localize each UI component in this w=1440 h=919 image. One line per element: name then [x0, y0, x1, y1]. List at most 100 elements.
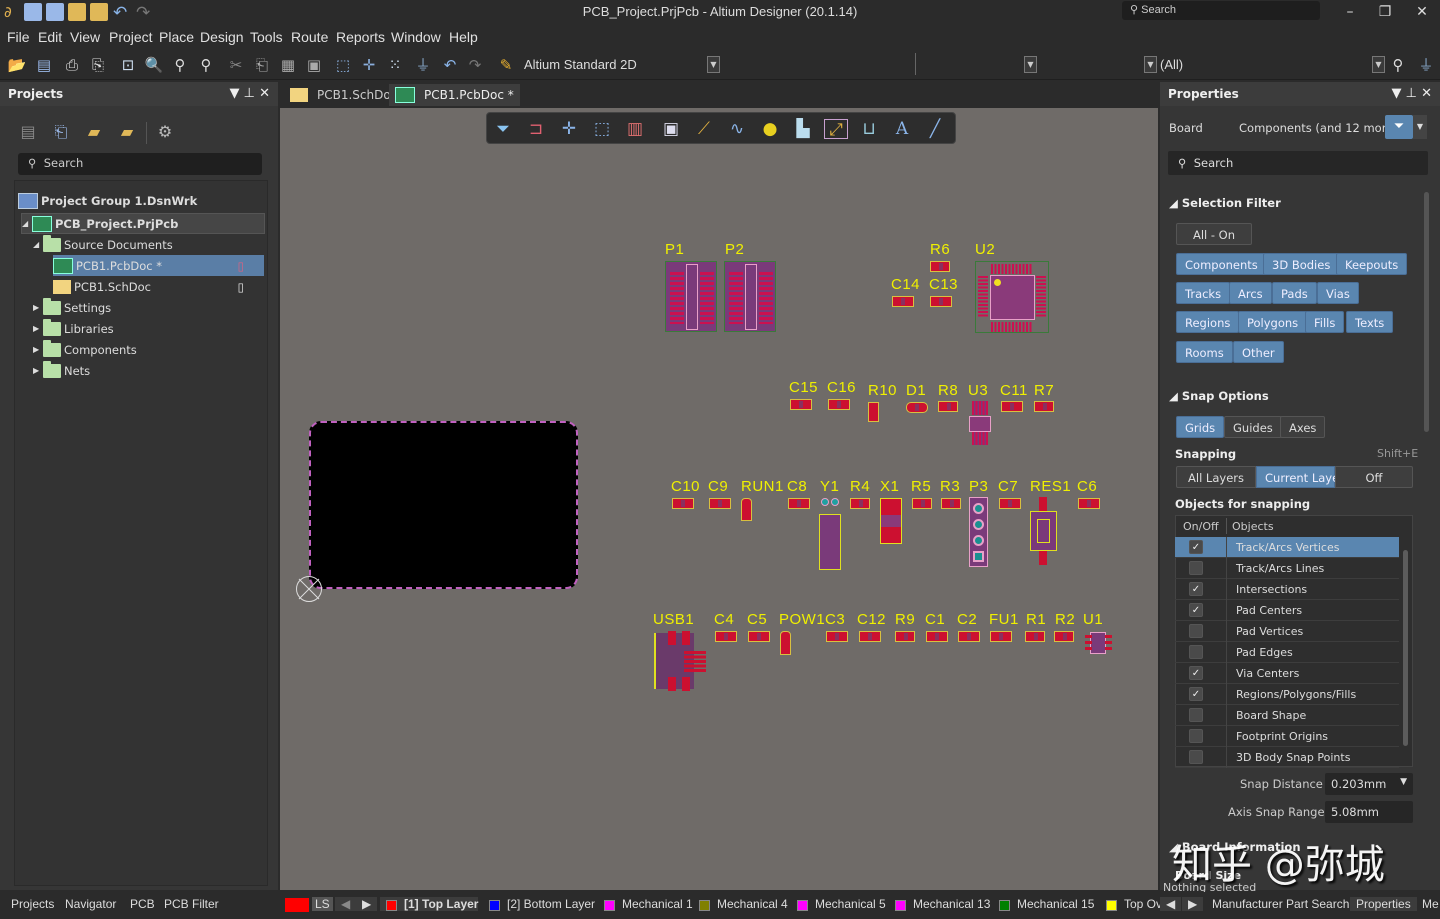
tab-pcbdoc[interactable]: PCB1.PcbDoc *	[389, 84, 520, 106]
component-c14[interactable]	[892, 296, 914, 307]
component-u3[interactable]	[969, 401, 991, 445]
menu-help[interactable]: Help	[449, 29, 478, 45]
bottom-tab-more[interactable]: Me	[1422, 897, 1439, 911]
filter-rooms[interactable]: Rooms	[1176, 341, 1233, 363]
component-c5[interactable]	[748, 631, 770, 642]
component-c7[interactable]	[999, 498, 1021, 509]
properties-search-input[interactable]: ⚲ Search	[1168, 151, 1428, 175]
filter-button[interactable]: ⏷	[1385, 115, 1413, 139]
snap-object-row[interactable]: Board Shape	[1175, 705, 1399, 726]
snap-object-row[interactable]: ✓ Via Centers	[1175, 663, 1399, 684]
component-r6[interactable]	[930, 261, 950, 272]
tree-item-schdoc[interactable]: PCB1.SchDoc ▯	[53, 276, 264, 297]
print-icon[interactable]: ⎙	[62, 55, 82, 75]
keepout-icon[interactable]: ⤢	[824, 119, 848, 140]
component-c2[interactable]	[958, 631, 980, 642]
filter-keepouts[interactable]: Keepouts	[1336, 253, 1408, 275]
component-pow1[interactable]	[780, 631, 791, 655]
projects-search-input[interactable]: ⚲ Search	[18, 153, 262, 175]
select-rect-icon[interactable]: ⬚	[590, 119, 614, 139]
tab-schdoc[interactable]: PCB1.SchDoc	[284, 84, 403, 106]
dropdown-1[interactable]: ▼	[1024, 56, 1037, 73]
component-c10[interactable]	[672, 498, 694, 509]
via-icon[interactable]: ●	[758, 119, 782, 139]
interactive-routing-magnet-icon[interactable]: ⊐	[524, 119, 548, 139]
component-r7[interactable]	[1034, 401, 1054, 412]
snap-object-row[interactable]: ✓ Regions/Polygons/Fills	[1175, 684, 1399, 705]
menu-edit[interactable]: Edit	[38, 29, 62, 45]
clear-filter-icon[interactable]: ⏚	[1416, 55, 1436, 75]
rubber-stamp-icon[interactable]: ▣	[304, 55, 324, 75]
layer-tab[interactable]: Mechanical 5	[791, 897, 886, 911]
collapse-icon[interactable]: ◢	[33, 240, 43, 249]
view-config-icon[interactable]: ✎	[496, 55, 516, 75]
component-r1[interactable]	[1025, 631, 1045, 642]
bottom-tab-navigator[interactable]: Navigator	[65, 897, 116, 911]
expand-icon[interactable]: ▶	[33, 324, 43, 333]
save-icon[interactable]: ▤	[34, 55, 54, 75]
checkbox-checked[interactable]: ✓	[1189, 666, 1203, 680]
bottom-tab-properties[interactable]: Properties	[1350, 897, 1417, 911]
checkbox-unchecked[interactable]	[1189, 624, 1203, 638]
component-c15[interactable]	[790, 399, 812, 410]
selection-filter-title[interactable]: ◢ Selection Filter	[1169, 196, 1281, 210]
explore-folder-icon[interactable]: ▰	[84, 122, 104, 142]
filter-other[interactable]: Other	[1233, 341, 1284, 363]
panel-menu-icon[interactable]: ▼	[229, 86, 239, 101]
zoom-fit-icon[interactable]: ⊡	[118, 55, 138, 75]
undo-icon[interactable]: ↶	[113, 3, 131, 23]
filter-dropdown[interactable]: ▼	[1144, 56, 1157, 73]
axis-snap-input[interactable]: 5.08mm	[1325, 801, 1413, 823]
checkbox-unchecked[interactable]	[1189, 729, 1203, 743]
tree-item-project[interactable]: ◢ PCB_Project.PrjPcb	[21, 213, 265, 234]
filter-tracks[interactable]: Tracks	[1176, 282, 1231, 304]
polygon-icon[interactable]: ▙	[791, 119, 815, 139]
clear-filter-icon[interactable]: ⏚	[413, 55, 433, 75]
menu-design[interactable]: Design	[200, 29, 244, 45]
snap-object-row[interactable]: Footprint Origins	[1175, 726, 1399, 747]
bottom-tab-manufacturer-search[interactable]: Manufacturer Part Search	[1212, 897, 1349, 911]
diff-pair-icon[interactable]: ∿	[725, 119, 749, 139]
print-preview-icon[interactable]: ⎘	[88, 55, 108, 75]
component-p1[interactable]	[665, 261, 717, 332]
snap-object-row[interactable]: ✓ Pad Centers	[1175, 600, 1399, 621]
filter-3d-bodies[interactable]: 3D Bodies	[1263, 253, 1340, 275]
checkbox-checked[interactable]: ✓	[1189, 687, 1203, 701]
component-p3[interactable]	[969, 497, 988, 567]
component-r3[interactable]	[941, 498, 961, 509]
snap-object-row[interactable]: 3D Body Snap Points	[1175, 747, 1399, 768]
line-icon[interactable]: ╱	[923, 119, 947, 139]
layer-tab[interactable]: Mechanical 13	[889, 897, 990, 911]
snap-axes-button[interactable]: Axes	[1280, 416, 1326, 438]
filter-texts[interactable]: Texts	[1346, 311, 1394, 333]
redo-icon[interactable]: ↷	[136, 3, 154, 23]
text-icon[interactable]: A	[890, 119, 914, 139]
filter-vias[interactable]: Vias	[1317, 282, 1359, 304]
tree-item-settings[interactable]: ▶ Settings	[33, 297, 111, 318]
snap-distance-select[interactable]: 0.203mm ▼	[1325, 773, 1413, 795]
snap-current-layer[interactable]: Current Layer	[1256, 466, 1344, 488]
move-icon[interactable]: ✛	[359, 55, 379, 75]
tree-item-components[interactable]: ▶ Components	[33, 339, 137, 360]
close-icon[interactable]: ✕	[1421, 86, 1432, 101]
component-u2[interactable]	[975, 261, 1049, 333]
snap-guides-button[interactable]: Guides	[1224, 416, 1282, 438]
tree-item-source-documents[interactable]: ◢ Source Documents	[33, 234, 173, 255]
component-u1[interactable]	[1085, 632, 1112, 654]
zoom-selected-icon[interactable]: ⚲	[170, 55, 190, 75]
zoom-filtered-icon[interactable]: ⚲	[196, 55, 216, 75]
panel-scroll-right[interactable]: ▶	[1182, 897, 1204, 911]
menu-file[interactable]: File	[7, 29, 30, 45]
component-fu1[interactable]	[990, 631, 1012, 642]
tree-item-pcbdoc[interactable]: PCB1.PcbDoc * ▯	[53, 255, 264, 276]
component-x1[interactable]	[880, 498, 902, 544]
project-docs-icon[interactable]: ⎗	[51, 122, 71, 142]
layer-tab[interactable]: Mechanical 4	[693, 897, 788, 911]
component-r9[interactable]	[895, 631, 915, 642]
component-r5[interactable]	[912, 498, 932, 509]
checkbox-unchecked[interactable]	[1189, 645, 1203, 659]
tree-item-libraries[interactable]: ▶ Libraries	[33, 318, 114, 339]
checkbox-unchecked[interactable]	[1189, 750, 1203, 764]
checkbox-unchecked[interactable]	[1189, 708, 1203, 722]
component-c4[interactable]	[715, 631, 737, 642]
